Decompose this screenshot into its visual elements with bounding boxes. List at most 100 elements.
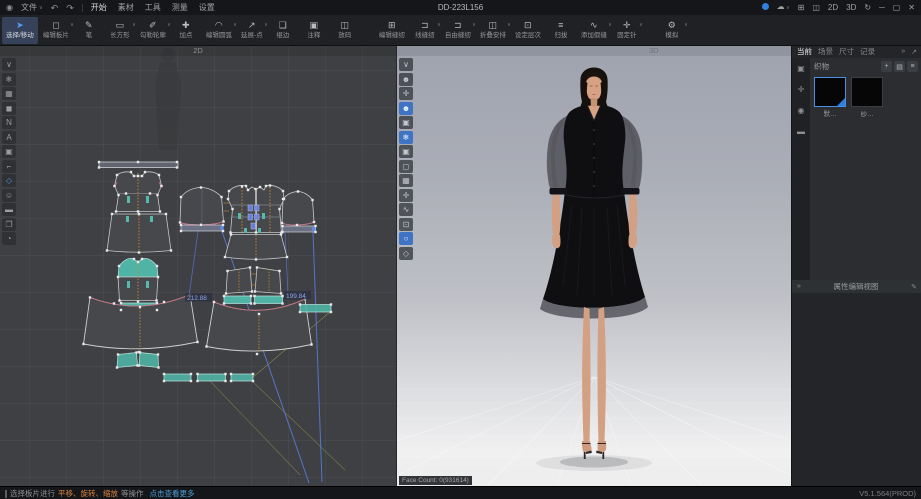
fabric-thumbnail[interactable]: [851, 77, 883, 107]
prop-display-icon[interactable]: ◇: [399, 247, 413, 260]
edit-arc-tool[interactable]: ◠编辑圆弧∨: [202, 17, 236, 44]
menubar-item-2[interactable]: 工具: [145, 2, 161, 13]
layout-grid-button[interactable]: ⊞: [798, 3, 805, 13]
snap-icon[interactable]: ❄: [2, 73, 16, 86]
pattern-piece-sleeve-right[interactable]: [282, 192, 316, 233]
annotation-tool[interactable]: ▣注释: [299, 17, 329, 44]
pattern-piece-back-bodice[interactable]: [115, 172, 162, 212]
pattern-view-2d[interactable]: 2D ∨❄▦◼NA▣⌐◇☺▬❐◔: [0, 45, 396, 486]
see-more-link[interactable]: 点击查看更多: [150, 488, 195, 499]
extend-point-tool[interactable]: ↗延展-点∨: [237, 17, 267, 44]
notch-toggle-icon[interactable]: N: [2, 116, 16, 129]
collapse-strip-icon[interactable]: ∨: [2, 58, 16, 71]
pattern-piece-midriff-right[interactable]: [255, 268, 281, 294]
panel-board-icon[interactable]: ▣: [795, 63, 807, 74]
add-basting-tool[interactable]: ∿添加假缝∨: [577, 17, 611, 44]
pattern-piece-waistband-left[interactable]: [224, 296, 251, 304]
view-2d-button[interactable]: 2D: [828, 3, 838, 13]
freeze-icon[interactable]: ❄: [399, 131, 413, 144]
fabric-grid-view-button[interactable]: ▤: [894, 61, 905, 72]
menubar-item-0[interactable]: 开始: [91, 2, 107, 13]
stitch-display-icon[interactable]: ∿: [399, 203, 413, 216]
edit-sewing-tool[interactable]: ⊞编辑缝纫: [375, 17, 409, 44]
select-move-tool[interactable]: ➤选择/移动: [2, 17, 38, 44]
pattern-piece-skirt-right[interactable]: [207, 299, 312, 352]
ruler-toggle-icon[interactable]: ⌐: [2, 160, 16, 173]
garment-display-icon[interactable]: ⊡: [399, 218, 413, 231]
fold-arrange-tool[interactable]: ◫折叠安排∨: [476, 17, 510, 44]
pattern-canvas-2d[interactable]: 212.88 199.84: [0, 45, 396, 486]
pattern-piece-back-skirt[interactable]: [107, 214, 171, 252]
avatar-display-icon[interactable]: ☻: [399, 73, 413, 86]
avatar-silhouette-icon[interactable]: ☺: [2, 189, 16, 202]
trace-outline-tool[interactable]: ✐勾勒轮廓∨: [136, 17, 170, 44]
menubar-item-1[interactable]: 素材: [118, 2, 134, 13]
panel-flat-icon[interactable]: ▬: [795, 126, 807, 137]
fabric-thumbnail[interactable]: [814, 77, 846, 107]
line-sewing-tool[interactable]: ⊐线缝纫∨: [410, 17, 440, 44]
property-panel-header[interactable]: » 属性编辑视图 ✎: [792, 280, 921, 293]
pattern-piece-front-peplum[interactable]: [225, 235, 287, 260]
baseline-toggle-icon[interactable]: ▬: [2, 203, 16, 216]
grid-toggle-icon[interactable]: ▦: [2, 87, 16, 100]
fabric-swatch[interactable]: 默…: [814, 77, 846, 118]
rectangle-tool[interactable]: ▭长方形∨: [105, 17, 135, 44]
panel-tab-1[interactable]: 场景: [818, 46, 833, 57]
edit-pattern-tool[interactable]: ◻编辑板片∨: [39, 17, 73, 44]
shrink-stretch-tool[interactable]: ≡归拔: [546, 17, 576, 44]
simulate-tool[interactable]: ⚙模拟∨: [657, 17, 687, 44]
annotation-toggle-icon[interactable]: A: [2, 131, 16, 144]
collapse-strip-icon[interactable]: ∨: [399, 58, 413, 71]
cloud-menu-button[interactable]: ☁ ∨: [777, 2, 790, 13]
cloth-plain-icon[interactable]: ◻: [399, 160, 413, 173]
pin-tool[interactable]: ✛固定针∨: [612, 17, 642, 44]
avatar-mesh-icon[interactable]: ☻: [399, 102, 413, 115]
pattern-piece-waistband-right[interactable]: [255, 296, 283, 304]
grading-tool[interactable]: ◫放码: [330, 17, 360, 44]
avatar-3d[interactable]: [536, 68, 652, 472]
panel-move-icon[interactable]: ✛: [795, 84, 807, 95]
expand-panel-icon[interactable]: ↗: [911, 48, 917, 56]
pin-display-icon[interactable]: ✛: [399, 189, 413, 202]
viewport-3d[interactable]: [397, 45, 792, 486]
fill-toggle-icon[interactable]: ◼: [2, 102, 16, 115]
outline-toggle-icon[interactable]: ◔: [2, 232, 16, 245]
add-point-tool[interactable]: ✚加点: [171, 17, 201, 44]
free-sewing-tool[interactable]: ⊐自由缝纫∨: [441, 17, 475, 44]
minimize-button[interactable]: ─: [879, 3, 885, 13]
undo-button[interactable]: ↶: [51, 3, 59, 13]
close-button[interactable]: ✕: [908, 3, 915, 13]
panel-tab-0[interactable]: 当前: [797, 46, 812, 57]
edit-icon[interactable]: ✎: [911, 283, 917, 291]
menubar-item-3[interactable]: 测量: [172, 2, 188, 13]
collapse-panel-icon[interactable]: »: [901, 48, 905, 55]
pen-tool[interactable]: ✎笔: [74, 17, 104, 44]
sphere-display-icon[interactable]: ○: [399, 232, 413, 245]
garment-view-3d[interactable]: 3D ∨☻✛☻▣❄▣◻▦✛∿⊡○◇: [396, 45, 792, 486]
add-fabric-button[interactable]: +: [881, 61, 892, 72]
panel-tab-2[interactable]: 尺寸: [839, 46, 854, 57]
pattern-3d-sync-icon[interactable]: ◇: [2, 174, 16, 187]
binding-tool[interactable]: ❏绲边: [268, 17, 298, 44]
mesh-toggle-icon[interactable]: ▦: [399, 174, 413, 187]
menubar-item-4[interactable]: 设置: [199, 2, 215, 13]
skeleton-display-icon[interactable]: ✛: [399, 87, 413, 100]
maximize-button[interactable]: ▢: [893, 3, 901, 13]
pattern-piece-midriff-left[interactable]: [226, 268, 252, 294]
set-layer-tool[interactable]: ⊡设定层次: [511, 17, 545, 44]
panel-target-icon[interactable]: ◉: [795, 105, 807, 116]
view-3d-button[interactable]: 3D: [846, 3, 856, 13]
collapse-icon[interactable]: »: [797, 283, 801, 290]
redo-button[interactable]: ↷: [66, 3, 74, 13]
cloth-surface-icon[interactable]: ▣: [399, 145, 413, 158]
user-presence-dot[interactable]: [762, 3, 769, 13]
file-menu[interactable]: 文件 ∨: [21, 2, 43, 13]
chevron-down-icon[interactable]: ∨: [639, 22, 643, 28]
paper-toggle-icon[interactable]: ❐: [2, 218, 16, 231]
panel-tab-3[interactable]: 记录: [860, 46, 875, 57]
avatar-box-icon[interactable]: ▣: [399, 116, 413, 129]
texture-toggle-icon[interactable]: ▣: [2, 145, 16, 158]
layout-columns-button[interactable]: ◫: [812, 3, 820, 13]
chevron-down-icon[interactable]: ∨: [684, 22, 688, 28]
fabric-list-view-button[interactable]: ≡: [907, 61, 918, 72]
